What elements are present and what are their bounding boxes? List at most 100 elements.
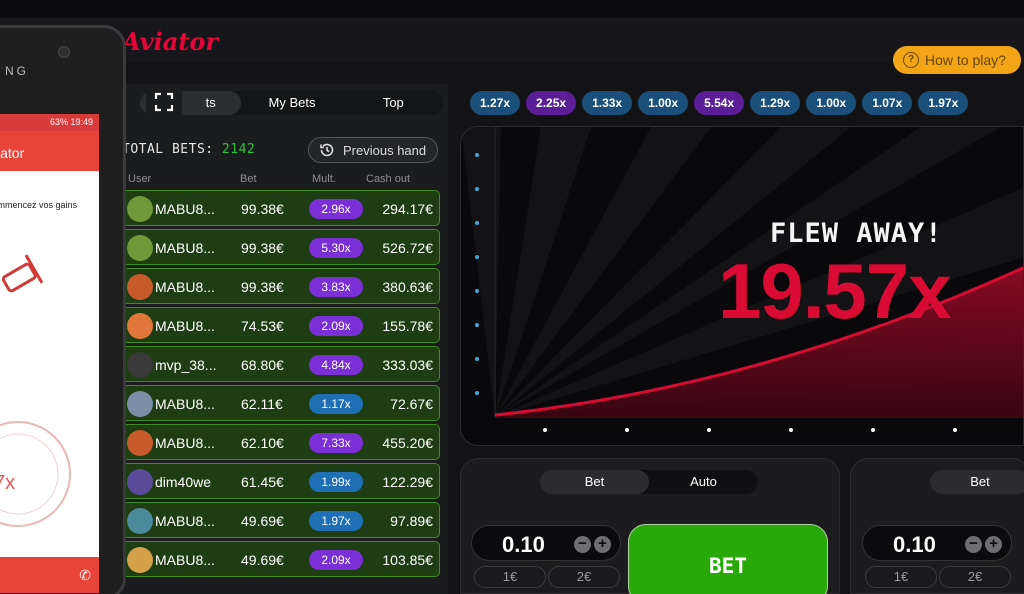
row-bet: 68.80€ bbox=[241, 357, 284, 373]
phone-camera bbox=[58, 46, 70, 58]
previous-hand-button[interactable]: Previous hand bbox=[308, 137, 438, 163]
column-cashout: Cash out bbox=[366, 173, 411, 185]
history-multiplier-pill[interactable]: 1.00x bbox=[638, 91, 689, 115]
history-multiplier-pill[interactable]: 2.25x bbox=[526, 91, 577, 115]
how-to-play-label: How to play? bbox=[925, 52, 1006, 68]
bet-amount-input-2[interactable]: 0.10 − + bbox=[862, 525, 1012, 561]
avatar bbox=[127, 391, 153, 417]
row-cashout: 380.63€ bbox=[382, 279, 433, 295]
phone-call-bar: ✆ bbox=[0, 557, 99, 593]
row-cashout: 526.72€ bbox=[382, 240, 433, 256]
phone-plane-graphic bbox=[0, 254, 71, 527]
quick-bet-2-eur[interactable]: 2€ bbox=[548, 566, 620, 588]
row-cashout: 294.17€ bbox=[382, 201, 433, 217]
avatar bbox=[127, 274, 153, 300]
row-multiplier-badge: 7.33x bbox=[309, 433, 363, 453]
history-multiplier-pill[interactable]: 1.27x bbox=[470, 91, 521, 115]
table-row: MABU8... 62.11€ 1.17x 72.67€ bbox=[122, 385, 440, 421]
row-multiplier-badge: 1.17x bbox=[309, 394, 363, 414]
bet-amount-input-1[interactable]: 0.10 − + bbox=[471, 525, 621, 561]
minus-icon[interactable]: − bbox=[965, 536, 982, 553]
row-cashout: 122.29€ bbox=[382, 474, 433, 490]
tab-top[interactable]: Top bbox=[343, 91, 444, 115]
table-row: MABU8... 99.38€ 2.96x 294.17€ bbox=[122, 190, 440, 226]
bets-list: MABU8... 99.38€ 2.96x 294.17€ MABU8... 99.38€… bbox=[122, 190, 440, 580]
minus-icon[interactable]: − bbox=[574, 536, 591, 553]
history-multiplier-pill[interactable]: 1.97x bbox=[918, 91, 969, 115]
quick-bet-2-eur[interactable]: 2€ bbox=[939, 566, 1011, 588]
table-row: dim40we 61.45€ 1.99x 122.29€ bbox=[122, 463, 440, 499]
phone-app-bar: viator bbox=[0, 131, 99, 171]
row-cashout: 103.85€ bbox=[382, 552, 433, 568]
quick-bet-1-eur[interactable]: 1€ bbox=[474, 566, 546, 588]
row-multiplier-badge: 5.30x bbox=[309, 238, 363, 258]
row-user: MABU8... bbox=[155, 552, 215, 568]
table-row: MABU8... 74.53€ 2.09x 155.78€ bbox=[122, 307, 440, 343]
total-bets: TOTAL BETS: 2142 bbox=[122, 142, 255, 157]
row-bet: 61.45€ bbox=[241, 474, 284, 490]
history-multiplier-pill[interactable]: 5.54x bbox=[694, 91, 745, 115]
total-bets-count: 2142 bbox=[221, 142, 256, 157]
history-multiplier-pill[interactable]: 1.00x bbox=[806, 91, 857, 115]
row-cashout: 455.20€ bbox=[382, 435, 433, 451]
avatar bbox=[127, 313, 153, 339]
plus-icon[interactable]: + bbox=[594, 536, 611, 553]
history-multiplier-pill[interactable]: 1.07x bbox=[862, 91, 913, 115]
question-icon: ? bbox=[903, 52, 919, 68]
phone-call-icon[interactable]: ✆ bbox=[79, 567, 91, 584]
phone-device: NG 63% 19:49 viator commencez vos gains … bbox=[0, 25, 126, 594]
row-bet: 49.69€ bbox=[241, 552, 284, 568]
row-user: mvp_38... bbox=[155, 357, 217, 373]
row-user: MABU8... bbox=[155, 240, 215, 256]
column-mult: Mult. bbox=[312, 173, 336, 185]
row-bet: 99.38€ bbox=[241, 279, 284, 295]
history-icon bbox=[320, 143, 334, 157]
column-user: User bbox=[128, 173, 152, 185]
bet-mode-bet-1[interactable]: Bet bbox=[540, 470, 649, 494]
avatar bbox=[127, 196, 153, 222]
row-user: dim40we bbox=[155, 474, 212, 490]
row-user: MABU8... bbox=[155, 201, 215, 217]
bets-tabs: ts My Bets Top bbox=[140, 91, 444, 115]
phone-app-title: viator bbox=[0, 145, 25, 161]
table-row: MABU8... 62.10€ 7.33x 455.20€ bbox=[122, 424, 440, 460]
table-row: mvp_38... 68.80€ 4.84x 333.03€ bbox=[122, 346, 440, 382]
bet-button[interactable]: BET bbox=[628, 524, 828, 594]
history-multiplier-pill[interactable]: 1.29x bbox=[750, 91, 801, 115]
fullscreen-icon[interactable] bbox=[146, 84, 182, 120]
row-user: MABU8... bbox=[155, 318, 215, 334]
history-multiplier-pill[interactable]: 1.33x bbox=[582, 91, 633, 115]
row-cashout: 72.67€ bbox=[390, 396, 433, 412]
row-bet: 74.53€ bbox=[241, 318, 284, 334]
row-multiplier-badge: 2.09x bbox=[309, 550, 363, 570]
quick-bet-1-eur[interactable]: 1€ bbox=[865, 566, 937, 588]
table-row: MABU8... 99.38€ 5.30x 526.72€ bbox=[122, 229, 440, 265]
how-to-play-button[interactable]: ? How to play? bbox=[893, 46, 1021, 74]
previous-hand-label: Previous hand bbox=[343, 142, 427, 158]
phone-message: commencez vos gains bbox=[0, 200, 78, 210]
table-row: MABU8... 49.69€ 1.97x 97.89€ bbox=[122, 502, 440, 538]
row-multiplier-badge: 2.96x bbox=[309, 199, 363, 219]
x-axis-dots bbox=[543, 428, 957, 432]
avatar bbox=[127, 352, 153, 378]
row-multiplier-badge: 2.09x bbox=[309, 316, 363, 336]
bet-mode-bet-2[interactable]: Bet bbox=[930, 470, 1024, 494]
row-cashout: 155.78€ bbox=[382, 318, 433, 334]
row-user: MABU8... bbox=[155, 435, 215, 451]
avatar bbox=[127, 235, 153, 261]
table-row: MABU8... 49.69€ 2.09x 103.85€ bbox=[122, 541, 440, 577]
tab-my-bets[interactable]: My Bets bbox=[241, 91, 342, 115]
row-multiplier-badge: 1.97x bbox=[309, 511, 363, 531]
phone-brand: NG bbox=[5, 64, 29, 78]
bet-mode-auto-1[interactable]: Auto bbox=[649, 470, 758, 494]
row-cashout: 97.89€ bbox=[390, 513, 433, 529]
phone-screen: 63% 19:49 viator commencez vos gains 7x … bbox=[0, 114, 99, 593]
row-bet: 62.10€ bbox=[241, 435, 284, 451]
row-multiplier-badge: 4.84x bbox=[309, 355, 363, 375]
plus-icon[interactable]: + bbox=[985, 536, 1002, 553]
bet-mode-toggle-1: Bet Auto bbox=[540, 470, 758, 494]
avatar bbox=[127, 430, 153, 456]
bet-mode-toggle-2: Bet bbox=[930, 470, 1024, 494]
row-cashout: 333.03€ bbox=[382, 357, 433, 373]
avatar bbox=[127, 508, 153, 534]
